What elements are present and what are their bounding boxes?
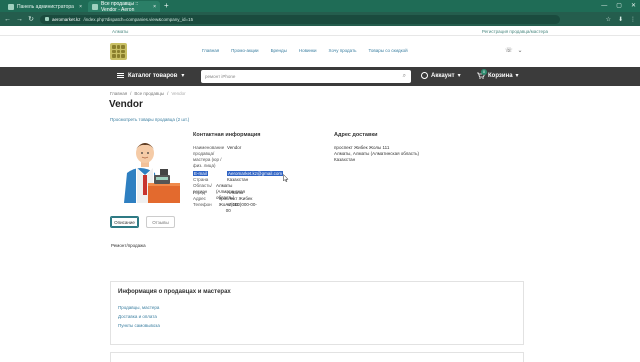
main-navbar: Каталог товаров ▾ ремонт iPhone ⌕ Аккаун…	[0, 67, 640, 86]
nav-brands[interactable]: Бренды	[271, 48, 287, 53]
cart-icon: 0	[477, 69, 487, 79]
new-tab-button[interactable]: +	[164, 1, 169, 11]
cart-count-badge: 0	[481, 69, 487, 75]
email-value[interactable]: Aeromarket.kz@gmail.com	[227, 171, 284, 176]
phone-icon: ☏	[505, 48, 513, 54]
search-icon[interactable]: ⌕	[403, 73, 406, 80]
tab-reviews[interactable]: Отзывы	[146, 216, 175, 228]
window-controls: — ▢ ✕	[601, 1, 636, 11]
chevron-down-icon: ▾	[515, 73, 519, 79]
page-title: Vendor	[109, 99, 143, 110]
tab-description[interactable]: Описание	[110, 216, 139, 228]
vendor-tabs: Описание Отзывы	[110, 216, 175, 228]
shipping-heading: Адрес доставки	[334, 132, 378, 138]
browser-menu-icon[interactable]: ⋮	[630, 16, 636, 23]
breadcrumb: Главная / Все продавцы / Vendor	[110, 91, 186, 96]
nav-new[interactable]: Новинки	[299, 48, 317, 53]
minimize-icon[interactable]: —	[601, 1, 607, 11]
info-link-pickup[interactable]: Пункты самовывоза	[118, 323, 160, 328]
chevron-down-icon: ⌄	[517, 48, 523, 54]
site-info-icon[interactable]	[45, 17, 49, 21]
menu-icon	[117, 73, 124, 78]
tab-close-icon[interactable]: ×	[153, 4, 156, 10]
contact-heading: Контактная информация	[193, 132, 261, 138]
nav-home[interactable]: Главная	[202, 48, 219, 53]
shipping-address-section: Адрес доставки проспект Жибек Жолы 111 А…	[334, 132, 419, 163]
register-vendor-link[interactable]: Регистрация продавца/мастера	[482, 29, 548, 34]
phone-dropdown[interactable]: ☏ ⌄	[505, 47, 523, 54]
breadcrumb-separator: /	[130, 91, 132, 96]
reload-icon[interactable]: ↻	[28, 15, 34, 23]
tab-close-icon[interactable]: ×	[79, 4, 82, 10]
tab-title: Панель администратора	[17, 3, 74, 10]
forward-icon[interactable]: →	[16, 16, 23, 23]
email-label: E-mail	[193, 171, 208, 176]
url-field[interactable]: aeromarket.kz/index.php?dispatch=compani…	[40, 14, 560, 24]
tab-content-text: Ремонт/продажа	[111, 243, 146, 248]
tab-title: Все продавцы :: Vendor - Aeron	[101, 0, 139, 13]
catalog-button[interactable]: Каталог товаров ▾	[117, 72, 184, 79]
contact-row-phone: Телефон +7(000)000-00-00	[193, 202, 257, 213]
chevron-down-icon: ▾	[181, 73, 185, 79]
breadcrumb-separator: /	[167, 91, 169, 96]
info-link-delivery[interactable]: Доставка и оплата	[118, 314, 157, 319]
breadcrumb-all-vendors[interactable]: Все продавцы	[134, 91, 164, 96]
download-icon[interactable]: ⬇	[618, 16, 623, 23]
url-host: aeromarket.kz	[52, 16, 81, 22]
top-navigation: Главная Промо-акции Бренды Новинки Хочу …	[202, 48, 408, 53]
back-icon[interactable]: ←	[4, 16, 11, 23]
account-label: Аккаунт	[431, 72, 455, 79]
browser-toolbar: ☆ ⬇ ⋮	[606, 16, 636, 23]
url-path: /index.php?dispatch=companies.view&compa…	[83, 16, 194, 22]
info-link-vendors[interactable]: Продавцы, мастера	[118, 305, 159, 310]
nav-promo[interactable]: Промо-акции	[231, 48, 258, 53]
city-selector[interactable]: Алматы	[112, 29, 128, 34]
nav-want-sell[interactable]: Хочу продать	[329, 48, 357, 53]
site-logo[interactable]	[110, 43, 127, 60]
nav-discounts[interactable]: Товары со скидкой	[368, 48, 407, 53]
breadcrumb-home[interactable]: Главная	[110, 91, 127, 96]
footer-box	[110, 352, 524, 362]
chevron-down-icon: ▾	[457, 73, 461, 79]
account-button[interactable]: Аккаунт ▾	[421, 72, 461, 79]
contact-row-name: Наименование продавца/ мастера (юр / физ…	[193, 145, 242, 168]
browser-address-bar: ← → ↻ aeromarket.kz/index.php?dispatch=c…	[0, 12, 640, 26]
breadcrumb-current: Vendor	[171, 91, 186, 96]
tab-favicon-icon	[8, 3, 14, 10]
info-heading: Информация о продавцах и мастерах	[118, 289, 231, 295]
site-top-line: Алматы Регистрация продавца/мастера	[0, 26, 640, 36]
maximize-icon[interactable]: ▢	[616, 1, 622, 11]
tab-favicon-icon	[92, 3, 98, 10]
contact-info-section: Контактная информация Наименование прода…	[193, 132, 284, 213]
shipping-line: Казахстан	[334, 157, 356, 162]
close-window-icon[interactable]: ✕	[631, 1, 636, 11]
view-vendor-products-link[interactable]: Просмотреть товары продавца (2 шт.)	[110, 117, 189, 122]
user-icon	[421, 72, 428, 79]
browser-tab-admin[interactable]: Панель администратора ×	[4, 1, 86, 12]
cart-label: Корзина	[488, 72, 513, 79]
search-input[interactable]: ремонт iPhone ⌕	[201, 70, 411, 83]
search-value: ремонт iPhone	[205, 74, 236, 79]
browser-tab-vendor[interactable]: Все продавцы :: Vendor - Aeron ×	[88, 0, 160, 13]
vendor-info-box: Информация о продавцах и мастерах Продав…	[110, 281, 524, 345]
vendor-illustration	[110, 135, 180, 203]
bookmark-star-icon[interactable]: ☆	[606, 16, 611, 23]
cart-button[interactable]: 0 Корзина ▾	[477, 69, 519, 79]
site-header: Главная Промо-акции Бренды Новинки Хочу …	[0, 36, 640, 66]
mouse-cursor-icon	[283, 174, 289, 182]
browser-tab-bar: Панель администратора × Все продавцы :: …	[0, 0, 640, 13]
catalog-label: Каталог товаров	[128, 72, 178, 79]
